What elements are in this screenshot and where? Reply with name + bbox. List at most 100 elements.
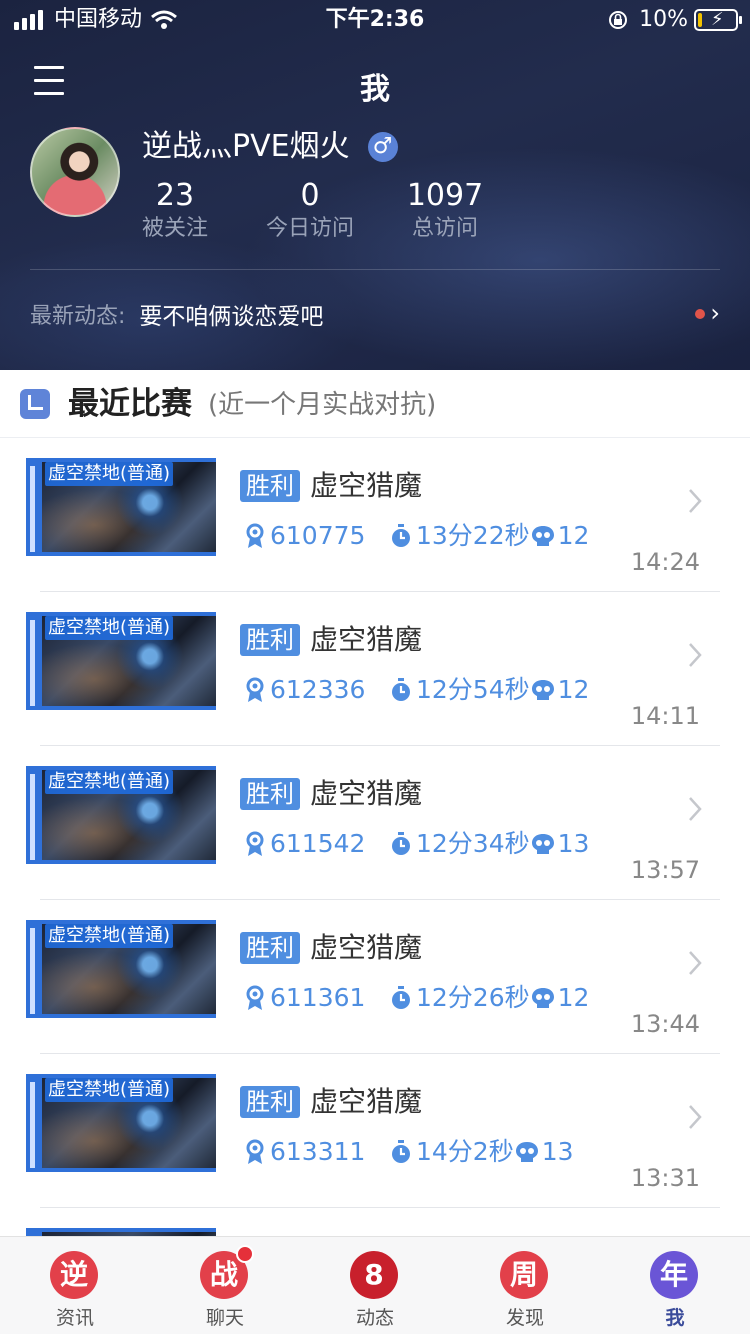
map-name: 虚空禁地(普通)	[45, 616, 174, 640]
orientation-lock-icon	[609, 11, 628, 29]
stat-value: 0	[300, 178, 320, 213]
stat-label: 今日访问	[265, 216, 354, 241]
match-time: 13:31	[630, 1164, 700, 1192]
feed-text: 要不咱俩谈恋爱吧	[139, 304, 324, 330]
tab-emblem-icon: 逆	[50, 1251, 98, 1299]
match-time: 13:57	[630, 856, 700, 884]
result-badge: 胜利	[240, 470, 300, 502]
section-subtitle: (近一个月实战对抗)	[208, 390, 437, 420]
tab-2[interactable]: 8 动态	[300, 1237, 450, 1334]
avatar[interactable]	[30, 127, 120, 217]
tab-0[interactable]: 逆资讯	[0, 1237, 150, 1334]
stat-today-visits[interactable]: 0 今日访问	[255, 178, 365, 244]
skull-icon	[531, 834, 554, 854]
chevron-right-icon	[689, 951, 702, 975]
stat-label: 总访问	[411, 216, 478, 241]
score-meta: 610775	[244, 520, 365, 552]
tab-label: 动态	[355, 1307, 394, 1329]
match-row[interactable]: 虚空禁地(普通) 胜利 虚空猎魔 610775 13分22秒 12 14:24	[0, 438, 750, 592]
chevron-right-icon	[689, 797, 702, 821]
score-value: 611542	[270, 829, 366, 858]
skull-icon	[531, 988, 554, 1008]
score-meta: 612336	[244, 674, 365, 706]
medal-icon	[246, 677, 264, 702]
kills-value: 13	[557, 829, 590, 858]
tab-1[interactable]: 战聊天	[150, 1237, 300, 1334]
match-row[interactable]: 虚空禁地(普通) 胜利 虚空猎魔 611542 12分34秒 13 13:57	[0, 746, 750, 900]
charging-icon: ⚡	[711, 9, 724, 30]
recent-matches-header: 最近比赛 (近一个月实战对抗)	[0, 370, 750, 438]
boss-name: 虚空猎魔	[310, 623, 423, 656]
duration-value: 12分54秒	[416, 675, 530, 704]
kills-value: 12	[557, 675, 590, 704]
duration-value: 14分2秒	[416, 1137, 514, 1166]
unread-dot	[695, 309, 705, 319]
boss-name: 虚空猎魔	[310, 777, 423, 810]
kills-value: 12	[557, 983, 590, 1012]
battery-percent: 10%	[639, 7, 688, 32]
feed-label: 最新动态:	[30, 304, 126, 329]
notification-dot	[236, 1245, 254, 1263]
tab-emblem-icon: 周	[500, 1251, 548, 1299]
score-value: 612336	[270, 675, 366, 704]
result-badge: 胜利	[240, 624, 300, 656]
tab-label: 发现	[505, 1307, 544, 1329]
stat-value: 1097	[406, 178, 484, 213]
score-meta: 611361	[244, 982, 365, 1014]
status-bar: 中国移动 下午2:36 10% ⚡	[0, 0, 750, 40]
medal-icon	[246, 985, 264, 1010]
duration-value: 12分34秒	[416, 829, 530, 858]
chevron-right-icon	[689, 489, 702, 513]
duration-meta: 12分34秒 13	[390, 828, 589, 860]
boss-name: 虚空猎魔	[310, 931, 423, 964]
tab-4[interactable]: 年我	[600, 1237, 750, 1334]
chevron-right-icon	[689, 643, 702, 667]
score-value: 610775	[270, 521, 366, 550]
match-time: 14:11	[630, 702, 700, 730]
stopwatch-icon	[392, 1140, 410, 1163]
score-value: 611361	[270, 983, 366, 1012]
boss-name: 虚空猎魔	[310, 1085, 423, 1118]
match-row[interactable]: 虚空禁地(普通) 胜利 虚空猎魔 612336 12分54秒 12 14:11	[0, 592, 750, 746]
boss-name: 虚空猎魔	[310, 469, 423, 502]
result-badge: 胜利	[240, 778, 300, 810]
medal-icon	[246, 831, 264, 856]
stopwatch-icon	[392, 678, 410, 701]
battery-fill	[698, 13, 702, 27]
kills-value: 13	[541, 1137, 574, 1166]
score-value: 613311	[270, 1137, 366, 1166]
tab-label: 资讯	[55, 1307, 94, 1329]
header-divider	[30, 269, 720, 270]
result-badge: 胜利	[240, 932, 300, 964]
battery-icon: ⚡	[694, 9, 742, 31]
score-meta: 611542	[244, 828, 365, 860]
stat-label: 被关注	[141, 216, 208, 241]
chevron-right-icon: ›	[710, 299, 720, 327]
app-root: 中国移动 下午2:36 10% ⚡ 我 逆战灬PVE烟火 ♂ 23 被关注 0 …	[0, 0, 750, 1334]
result-badge: 胜利	[240, 1086, 300, 1118]
duration-meta: 12分26秒 12	[390, 982, 589, 1014]
duration-meta: 13分22秒 12	[390, 520, 589, 552]
match-row-partial[interactable]	[0, 1208, 750, 1236]
stat-total-visits[interactable]: 1097 总访问	[400, 178, 490, 244]
male-gender-icon: ♂	[367, 132, 398, 162]
tab-emblem-icon: 年	[650, 1251, 698, 1299]
skull-icon	[531, 526, 554, 546]
tab-bar: 逆资讯战聊天 8 动态周发现年我	[0, 1236, 750, 1334]
map-name: 虚空禁地(普通)	[45, 924, 174, 948]
stat-followers[interactable]: 23 被关注	[135, 178, 215, 244]
skull-icon	[515, 1142, 538, 1162]
medal-icon	[246, 1139, 264, 1164]
duration-meta: 14分2秒 13	[390, 1136, 574, 1168]
match-row[interactable]: 虚空禁地(普通) 胜利 虚空猎魔 613311 14分2秒 13 13:31	[0, 1054, 750, 1208]
tab-3[interactable]: 周发现	[450, 1237, 600, 1334]
medal-icon	[246, 523, 264, 548]
stat-value: 23	[155, 178, 195, 213]
chevron-right-icon	[689, 1105, 702, 1129]
match-time: 13:44	[630, 1010, 700, 1038]
duration-value: 13分22秒	[416, 521, 530, 550]
map-thumbnail	[26, 1228, 216, 1236]
tab-label: 我	[665, 1307, 685, 1329]
latest-feed-row[interactable]: 最新动态: 要不咱俩谈恋爱吧 ›	[30, 296, 720, 332]
match-row[interactable]: 虚空禁地(普通) 胜利 虚空猎魔 611361 12分26秒 12 13:44	[0, 900, 750, 1054]
